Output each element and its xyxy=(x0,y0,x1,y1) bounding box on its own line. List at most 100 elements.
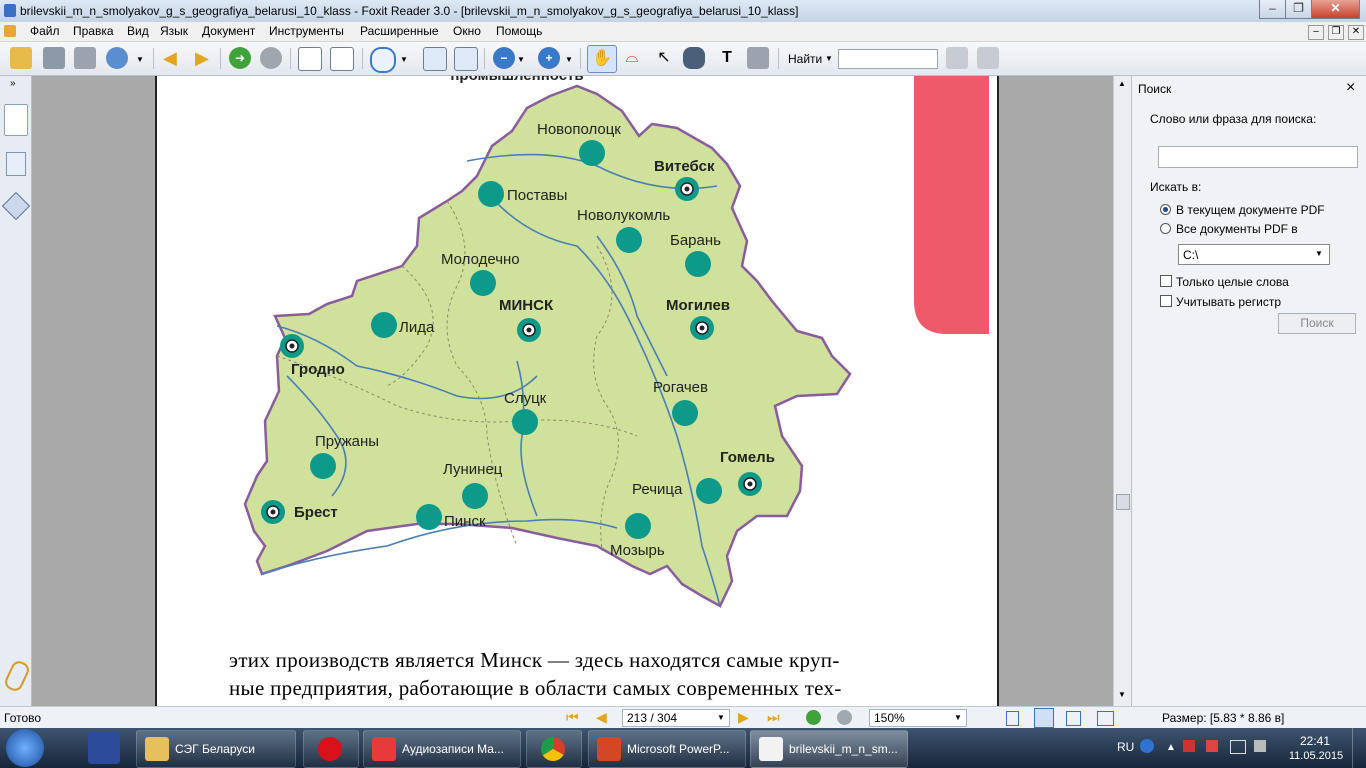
help-tray-icon[interactable] xyxy=(1140,739,1154,753)
rotate-left-icon[interactable] xyxy=(298,47,322,71)
open-icon[interactable] xyxy=(10,47,32,69)
document-viewport[interactable]: промышленность Новополоцк Витебск Поставы Н… xyxy=(32,76,1113,706)
radio-all-docs[interactable] xyxy=(1160,223,1171,234)
paragraph-line-1: этих производств является Минск — здесь … xyxy=(229,648,840,672)
taskbar-yandex[interactable]: Аудиозаписи Ма... xyxy=(363,730,521,768)
whole-words-checkbox[interactable] xyxy=(1160,275,1172,287)
menu-advanced[interactable]: Расширенные xyxy=(360,24,439,38)
menu-edit[interactable]: Правка xyxy=(73,24,114,38)
continuous-facing-icon[interactable] xyxy=(1097,711,1114,726)
zoom-field[interactable]: 150% ▼ xyxy=(869,709,967,727)
menu-document[interactable]: Документ xyxy=(202,24,255,38)
attachments-paperclip-icon[interactable] xyxy=(2,658,32,694)
last-page-icon[interactable]: ▶ xyxy=(195,48,209,69)
fit-page-icon[interactable] xyxy=(423,47,447,71)
menu-tools[interactable]: Инструменты xyxy=(269,24,344,38)
next-page-button-icon[interactable]: ▶ xyxy=(738,709,749,726)
taskbar-explorer[interactable]: СЭГ Беларуси xyxy=(136,730,296,768)
hand-tool-icon[interactable]: ✋ xyxy=(587,45,617,73)
taskbar-foxit[interactable]: brilevskii_m_n_sm... xyxy=(750,730,908,768)
vertical-scrollbar[interactable]: ▲ ▼ xyxy=(1113,76,1131,706)
close-button[interactable]: ✕ xyxy=(1311,0,1360,19)
first-page-icon[interactable]: ◀ xyxy=(163,48,177,69)
chevron-down-icon[interactable]: ▼ xyxy=(825,54,833,63)
scroll-thumb[interactable] xyxy=(1116,494,1130,510)
chevron-down-icon[interactable]: ▼ xyxy=(400,55,408,64)
chevron-down-icon[interactable]: ▼ xyxy=(717,713,725,722)
menu-help[interactable]: Помощь xyxy=(496,24,542,38)
language-indicator[interactable]: RU xyxy=(1117,740,1134,754)
text-select-icon[interactable]: T xyxy=(716,47,738,69)
clock-date[interactable]: 11.05.2015 xyxy=(1286,750,1346,762)
find-input[interactable] xyxy=(838,49,938,69)
chevron-down-icon[interactable]: ▼ xyxy=(517,55,525,64)
show-desktop-button[interactable] xyxy=(1352,728,1366,768)
tray-app2-icon[interactable] xyxy=(1206,740,1218,752)
city-7-label: МИНСК xyxy=(499,297,554,314)
zoom-in-icon[interactable]: + xyxy=(538,47,560,69)
expand-panel-icon[interactable]: » xyxy=(10,78,16,89)
scroll-down-icon[interactable]: ▼ xyxy=(1118,690,1126,699)
city-10-capital-dot xyxy=(289,343,295,349)
find-previous-icon[interactable] xyxy=(946,47,968,69)
fit-width-icon[interactable] xyxy=(454,47,478,71)
folder-select[interactable]: C:\ ▼ xyxy=(1178,244,1330,265)
radio-current-doc[interactable] xyxy=(1160,204,1171,215)
match-case-checkbox[interactable] xyxy=(1160,295,1172,307)
save-icon[interactable] xyxy=(43,47,65,69)
volume-icon[interactable] xyxy=(1254,740,1266,752)
chevron-down-icon[interactable]: ▼ xyxy=(136,55,144,64)
city-5-label: Барань xyxy=(670,232,721,249)
zoom-in-tool-icon[interactable] xyxy=(370,47,396,73)
facing-pages-icon[interactable] xyxy=(1066,711,1081,726)
first-page-button-icon[interactable]: ⏮ xyxy=(566,709,579,726)
chevron-down-icon[interactable]: ▼ xyxy=(1315,249,1323,258)
continuous-page-icon[interactable] xyxy=(1034,708,1054,728)
search-button[interactable]: Поиск xyxy=(1278,313,1356,334)
show-hidden-icons[interactable]: ▲ xyxy=(1166,742,1176,753)
back-view-icon[interactable] xyxy=(806,710,821,725)
doc-minimize-button[interactable]: – xyxy=(1308,25,1324,40)
zoom-out-icon[interactable]: − xyxy=(493,47,515,69)
select-arrow-icon[interactable]: ↖ xyxy=(653,47,675,69)
layers-tab-icon[interactable] xyxy=(1,191,31,221)
menu-file[interactable]: Файл xyxy=(30,24,60,38)
bookmarks-tab-icon[interactable] xyxy=(4,104,28,136)
toolbar-divider xyxy=(580,48,581,69)
doc-close-button[interactable]: ✕ xyxy=(1348,25,1364,40)
start-button[interactable] xyxy=(6,729,44,767)
forward-view-icon[interactable] xyxy=(837,710,852,725)
taskbar-opera[interactable] xyxy=(303,730,359,768)
close-panel-icon[interactable]: × xyxy=(1346,79,1355,97)
search-query-input[interactable] xyxy=(1158,146,1358,168)
page-number-field[interactable]: 213 / 304 ▼ xyxy=(622,709,730,727)
print-icon[interactable] xyxy=(74,47,96,69)
taskbar-chrome[interactable] xyxy=(526,730,582,768)
pages-tab-icon[interactable] xyxy=(6,152,26,176)
menu-window[interactable]: Окно xyxy=(453,24,481,38)
chevron-down-icon[interactable]: ▼ xyxy=(565,55,573,64)
scroll-up-icon[interactable]: ▲ xyxy=(1118,79,1126,88)
back-icon[interactable]: ➜ xyxy=(229,47,251,69)
chevron-down-icon[interactable]: ▼ xyxy=(954,713,962,722)
forward-icon[interactable] xyxy=(260,47,282,69)
network-icon[interactable] xyxy=(1230,740,1246,754)
menu-language[interactable]: Язык xyxy=(160,24,188,38)
rotate-right-icon[interactable] xyxy=(330,47,354,71)
camera-icon[interactable] xyxy=(747,47,769,69)
binoculars-icon[interactable] xyxy=(683,47,705,69)
menu-view[interactable]: Вид xyxy=(127,24,149,38)
restore-button[interactable]: ❐ xyxy=(1285,0,1312,19)
previous-page-button-icon[interactable]: ◀ xyxy=(596,709,607,726)
globe-icon[interactable] xyxy=(106,47,128,69)
last-page-button-icon[interactable]: ⏭ xyxy=(767,709,780,726)
single-page-icon[interactable] xyxy=(1006,711,1019,726)
minimize-button[interactable]: – xyxy=(1259,0,1286,19)
find-next-icon[interactable] xyxy=(977,47,999,69)
doc-restore-button[interactable]: ❐ xyxy=(1328,25,1344,40)
tray-app-icon[interactable] xyxy=(1183,740,1195,752)
snapshot-glasses-icon[interactable]: ⌓ xyxy=(621,47,643,69)
clock-time[interactable]: 22:41 xyxy=(1290,734,1340,748)
pinned-app-save-icon[interactable] xyxy=(88,732,120,764)
taskbar-powerpoint[interactable]: Microsoft PowerP... xyxy=(588,730,746,768)
